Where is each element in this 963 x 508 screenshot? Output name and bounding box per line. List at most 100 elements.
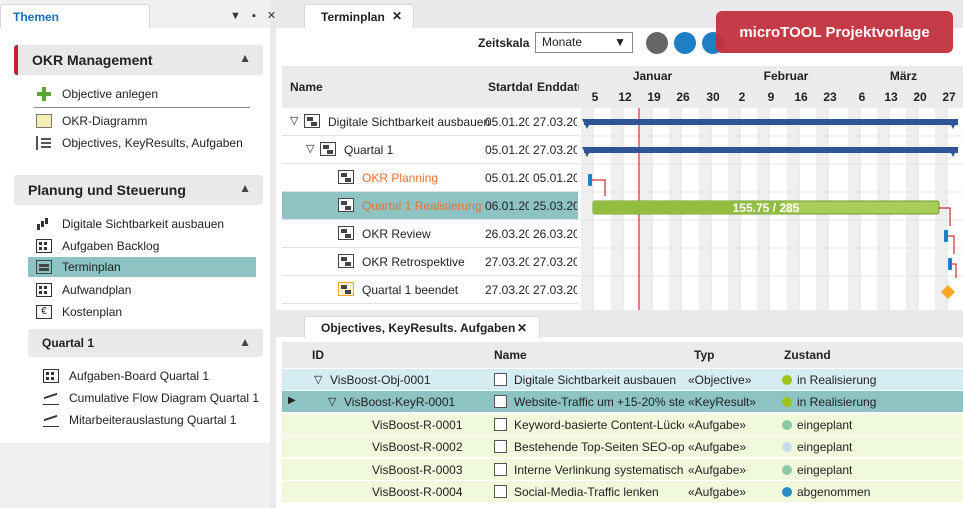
row-typ: «Aufgabe»	[688, 485, 747, 499]
gantt-row[interactable]: OKR Review 26.03.2026 26.03.2026	[282, 220, 578, 248]
section-okr-management[interactable]: OKR Management ▲	[14, 45, 263, 75]
status-dot-icon	[782, 487, 792, 497]
row-name: Website-Traffic um +15-20% steigern	[514, 395, 684, 410]
row-name: Keyword-basierte Content-Lücken schließe…	[514, 417, 684, 432]
brand-banner: microTOOL Projektvorlage	[716, 11, 953, 53]
day-label: 16	[794, 90, 808, 104]
section-quartal-1[interactable]: Quartal 1 ▲	[28, 329, 263, 357]
status-dot-icon	[782, 442, 792, 453]
task-icon	[320, 142, 336, 156]
close-icon[interactable]: ✕	[517, 321, 527, 335]
item-digitale-sichtbarkeit[interactable]: Digitale Sichtbarkeit ausbauen	[36, 214, 224, 234]
gantt-row[interactable]: Quartal 1 beendet 27.03.2026 27.03.2026	[282, 276, 578, 304]
item-objective-anlegen[interactable]: Objective anlegen	[36, 84, 158, 104]
item-label: Aufgaben-Board Quartal 1	[69, 369, 210, 383]
row-zustand: in Realisierung	[797, 373, 877, 387]
item-mitarbeiterauslastung[interactable]: Mitarbeiterauslastung Quartal 1	[43, 410, 236, 430]
close-icon[interactable]: ✕	[392, 9, 402, 23]
item-okr-diagramm[interactable]: OKR-Diagramm	[36, 111, 147, 131]
expand-toggle-icon[interactable]: ▽	[306, 142, 314, 155]
end-date: 27.03.2026	[533, 283, 577, 297]
task-name: Quartal 1	[344, 143, 394, 157]
row-name: Social-Media-Traffic lenken	[514, 485, 659, 499]
col-zustand[interactable]: Zustand	[784, 348, 831, 362]
tab-title: Objectives, KeyResults. Aufgaben	[321, 321, 516, 335]
start-date: 06.01.2026	[485, 199, 529, 213]
item-label: Aufgaben Backlog	[62, 239, 160, 253]
collapse-icon[interactable]: ▲	[239, 181, 251, 195]
table-row[interactable]: VisBoost-R-0001 Keyword-basierte Content-…	[282, 413, 963, 436]
table-row[interactable]: VisBoost-R-0004 Social-Media-Traffic lenk…	[282, 481, 963, 503]
row-zustand-cell: eingeplant	[782, 463, 852, 477]
row-typ: «Aufgabe»	[688, 440, 747, 455]
chart-icon	[36, 217, 52, 231]
tab-objectives[interactable]: Objectives, KeyResults. Aufgaben ✕	[304, 316, 540, 338]
task-icon	[494, 417, 507, 431]
gantt-row[interactable]: Quartal 1 Realisierung06.01.2026 25.03.20…	[282, 192, 578, 220]
flow-chart-icon	[43, 391, 59, 405]
task-icon	[338, 198, 354, 212]
col-name[interactable]: Name	[290, 80, 323, 94]
item-label: Objective anlegen	[62, 87, 159, 101]
task-bar	[944, 230, 948, 242]
gantt-row[interactable]: ▽ Digitale Sichtbarkeit ausbauen05.01.202…	[282, 108, 578, 136]
month-label: Januar	[632, 69, 673, 83]
start-date: 26.03.2026	[485, 227, 529, 241]
expand-toggle-icon[interactable]: ▽	[290, 114, 298, 127]
gantt-row[interactable]: OKR Planning 05.01.2026 05.01.2026	[282, 164, 578, 192]
gantt-chart: 155.75 / 285	[578, 108, 963, 310]
themen-tab[interactable]: Themen	[0, 4, 150, 29]
item-cumulative-flow[interactable]: Cumulative Flow Diagram Quartal 1	[43, 388, 259, 408]
end-date: 27.03.2026	[533, 255, 577, 269]
item-terminplan[interactable]: Terminplan	[28, 257, 256, 277]
col-id[interactable]: ID	[312, 348, 324, 362]
zeitskala-select[interactable]: Monate ▼	[535, 32, 633, 53]
item-aufgaben-backlog[interactable]: Aufgaben Backlog	[36, 236, 159, 256]
tab-title: Terminplan	[321, 10, 385, 24]
status-dot-icon	[782, 375, 792, 385]
item-aufwandplan[interactable]: Aufwandplan	[36, 280, 131, 300]
table-row[interactable]: ▶ ▽ VisBoost-KeyR-0001 Website-Traffic um +…	[282, 391, 963, 414]
row-name: Digitale Sichtbarkeit ausbauen	[514, 373, 677, 387]
gantt-icon	[36, 260, 52, 274]
expand-toggle-icon[interactable]: ▽	[328, 395, 336, 408]
task-name: Quartal 1 Realisierung	[362, 199, 482, 213]
panel-controls[interactable]: ▼ ▪ ✕	[230, 9, 280, 22]
end-date: 25.03.2026	[533, 199, 577, 213]
item-kostenplan[interactable]: € Kostenplan	[36, 302, 122, 322]
row-zustand-cell: abgenommen	[782, 485, 870, 499]
item-aufgaben-board[interactable]: Aufgaben-Board Quartal 1	[43, 366, 209, 386]
expand-toggle-icon[interactable]: ▽	[314, 373, 322, 386]
fit-icon[interactable]	[646, 32, 668, 54]
col-start[interactable]: Startdatum	[488, 80, 532, 94]
weekend-stripe	[581, 108, 593, 310]
col-typ[interactable]: Typ	[694, 348, 714, 362]
task-icon	[494, 440, 507, 454]
first-icon[interactable]	[674, 32, 696, 54]
themen-tab-title: Themen	[13, 10, 60, 24]
end-date: 27.03.2026	[533, 115, 577, 129]
col-name[interactable]: Name	[494, 348, 527, 362]
table-row[interactable]: VisBoost-R-0003 Interne Verlinkung system…	[282, 458, 963, 481]
collapse-icon[interactable]: ▲	[239, 51, 251, 65]
table-row[interactable]: ▽ VisBoost-Obj-0001 Digitale Sichtbarkeit …	[282, 369, 963, 391]
section-planung-und-steuerung[interactable]: Planung und Steuerung ▲	[14, 175, 263, 205]
item-label: OKR-Diagramm	[62, 114, 148, 128]
backlog-icon	[36, 239, 52, 253]
table-row[interactable]: VisBoost-R-0002 Bestehende Top-Seiten SEO…	[282, 436, 963, 459]
tab-terminplan[interactable]: Terminplan ✕	[304, 4, 414, 28]
diagram-icon	[36, 114, 52, 128]
month-label: März	[889, 69, 918, 83]
gantt-row[interactable]: OKR Retrospektive 27.03.2026 27.03.2026	[282, 248, 578, 276]
col-end[interactable]: Enddatum	[537, 80, 579, 94]
gantt-row[interactable]: ▽ Quartal 1 05.01.2026 27.03.2026	[282, 136, 578, 164]
item-objectives-keyresults[interactable]: Objectives, KeyResults, Aufgaben	[36, 133, 243, 153]
end-date: 05.01.2026	[533, 171, 577, 185]
task-name: OKR Planning	[362, 171, 439, 185]
collapse-icon[interactable]: ▲	[239, 335, 251, 349]
month-label: Februar	[763, 69, 809, 83]
start-date: 05.01.2026	[485, 143, 529, 157]
row-zustand: eingeplant	[797, 440, 853, 455]
euro-icon: €	[36, 305, 52, 319]
day-label: 6	[858, 90, 866, 104]
